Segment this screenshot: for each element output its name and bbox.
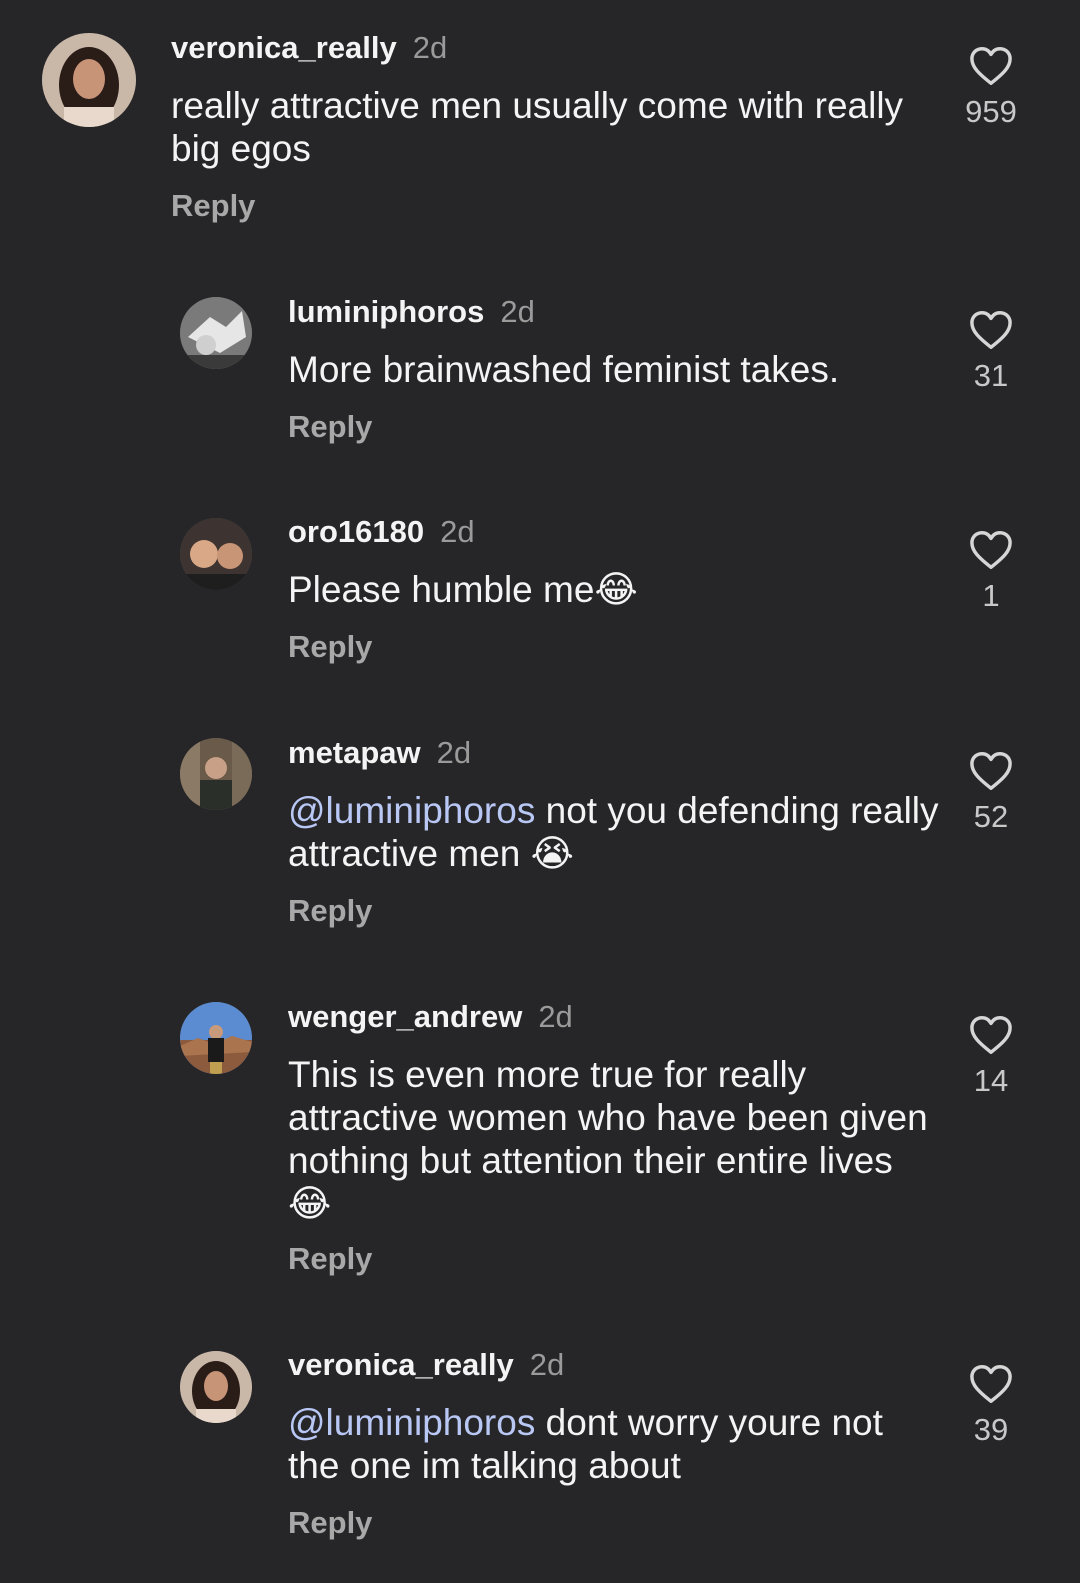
- avatar[interactable]: [180, 1351, 252, 1423]
- reply-comment-item: veronica_really 2d @luminiphoros dont wor…: [0, 1315, 1080, 1583]
- reply-button[interactable]: Reply: [171, 190, 255, 221]
- comment-meta: luminiphoros 2d: [288, 296, 535, 327]
- avatar[interactable]: [180, 738, 252, 810]
- comment-meta: wenger_andrew 2d: [288, 1001, 573, 1032]
- reply-comment-item: metapaw 2d @luminiphoros not you defendin…: [0, 700, 1080, 960]
- comment-text: This is even more true for really attrac…: [288, 1053, 938, 1225]
- timestamp: 2d: [500, 294, 535, 329]
- comment-meta: metapaw 2d: [288, 737, 471, 768]
- like-button[interactable]: 39: [956, 1364, 1026, 1445]
- heart-outline-icon: [970, 1365, 1012, 1403]
- timestamp: 2d: [538, 999, 573, 1034]
- reply-comment-item: wenger_andrew 2d This is even more true f…: [0, 965, 1080, 1305]
- timestamp: 2d: [436, 735, 472, 770]
- comment-meta: oro16180 2d: [288, 516, 475, 547]
- heart-outline-icon: [970, 47, 1012, 86]
- reply-button[interactable]: Reply: [288, 1507, 372, 1538]
- comment-meta: veronica_really 2d: [288, 1349, 564, 1380]
- like-button[interactable]: 1: [956, 530, 1026, 611]
- comment-item: veronica_really 2d really attractive men …: [0, 0, 1080, 250]
- reply-comment-item: oro16180 2d Please humble me😂 Reply 1: [0, 480, 1080, 680]
- timestamp: 2d: [529, 1347, 565, 1382]
- like-count: 52: [973, 799, 1009, 834]
- comment-text: @luminiphoros dont worry youre not the o…: [288, 1401, 928, 1487]
- username[interactable]: wenger_andrew: [288, 999, 522, 1034]
- comment-text: really attractive men usually come with …: [171, 84, 931, 170]
- like-button[interactable]: 31: [956, 310, 1026, 391]
- mention-link[interactable]: @luminiphoros: [288, 1402, 535, 1443]
- heart-outline-icon: [970, 311, 1012, 349]
- avatar[interactable]: [42, 33, 136, 127]
- heart-outline-icon: [970, 1016, 1012, 1054]
- like-count: 31: [973, 358, 1009, 393]
- heart-outline-icon: [970, 752, 1012, 790]
- comment-meta: veronica_really 2d: [171, 32, 447, 63]
- username[interactable]: metapaw: [288, 735, 421, 770]
- comment-body: More brainwashed feminist takes.: [288, 349, 840, 390]
- like-count: 1: [982, 578, 1000, 613]
- comment-body: Please humble me: [288, 569, 595, 610]
- comment-text: More brainwashed feminist takes.: [288, 348, 938, 391]
- username[interactable]: veronica_really: [288, 1347, 514, 1382]
- like-button[interactable]: 14: [956, 1015, 1026, 1096]
- comment-body: This is even more true for really attrac…: [288, 1054, 928, 1181]
- like-button[interactable]: 52: [956, 751, 1026, 832]
- like-count: 39: [973, 1412, 1009, 1447]
- avatar[interactable]: [180, 297, 252, 369]
- reply-button[interactable]: Reply: [288, 411, 372, 442]
- like-count: 14: [973, 1063, 1009, 1098]
- emoji: 😂: [288, 1182, 332, 1225]
- timestamp: 2d: [440, 514, 475, 549]
- heart-outline-icon: [970, 531, 1012, 569]
- reply-button[interactable]: Reply: [288, 631, 372, 662]
- emoji: 😭: [530, 832, 574, 875]
- reply-button[interactable]: Reply: [288, 895, 372, 926]
- username[interactable]: oro16180: [288, 514, 424, 549]
- mention-link[interactable]: @luminiphoros: [288, 790, 535, 831]
- emoji: 😂: [594, 568, 638, 611]
- comment-body: really attractive men usually come with …: [171, 85, 904, 169]
- username[interactable]: luminiphoros: [288, 294, 484, 329]
- like-button[interactable]: 959: [956, 46, 1026, 127]
- reply-button[interactable]: Reply: [288, 1243, 372, 1274]
- reply-comment-item: luminiphoros 2d More brainwashed feminist…: [0, 260, 1080, 460]
- avatar[interactable]: [180, 518, 252, 590]
- timestamp: 2d: [412, 30, 448, 65]
- avatar[interactable]: [180, 1002, 252, 1074]
- like-count: 959: [965, 94, 1017, 129]
- comment-text: Please humble me😂: [288, 568, 938, 611]
- comment-text: @luminiphoros not you defending really a…: [288, 789, 948, 875]
- username[interactable]: veronica_really: [171, 30, 397, 65]
